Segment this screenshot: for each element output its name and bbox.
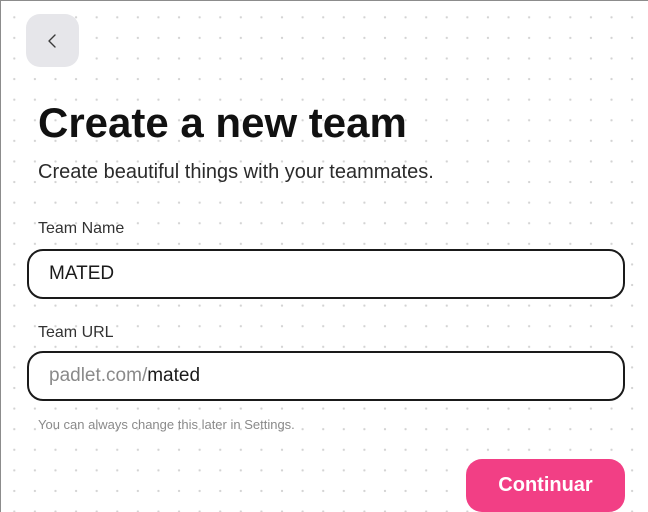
team-name-field[interactable]: [27, 249, 625, 299]
team-name-input[interactable]: [49, 263, 569, 285]
page-title: Create a new team: [38, 99, 407, 146]
page-subtitle: Create beautiful things with your teamma…: [38, 161, 434, 183]
team-url-label: Team URL: [38, 324, 114, 341]
team-url-value[interactable]: mated: [147, 365, 200, 387]
back-button[interactable]: [26, 14, 79, 67]
team-url-prefix: padlet.com/: [49, 365, 148, 386]
continue-button[interactable]: Continuar: [466, 459, 625, 512]
team-url-field[interactable]: padlet.com/mated: [27, 351, 625, 401]
create-team-page: Create a new team Create beautiful thing…: [0, 0, 648, 512]
team-name-label: Team Name: [38, 220, 125, 237]
team-url-hint: You can always change this later in Sett…: [38, 417, 295, 432]
chevron-left-icon: [46, 32, 60, 50]
